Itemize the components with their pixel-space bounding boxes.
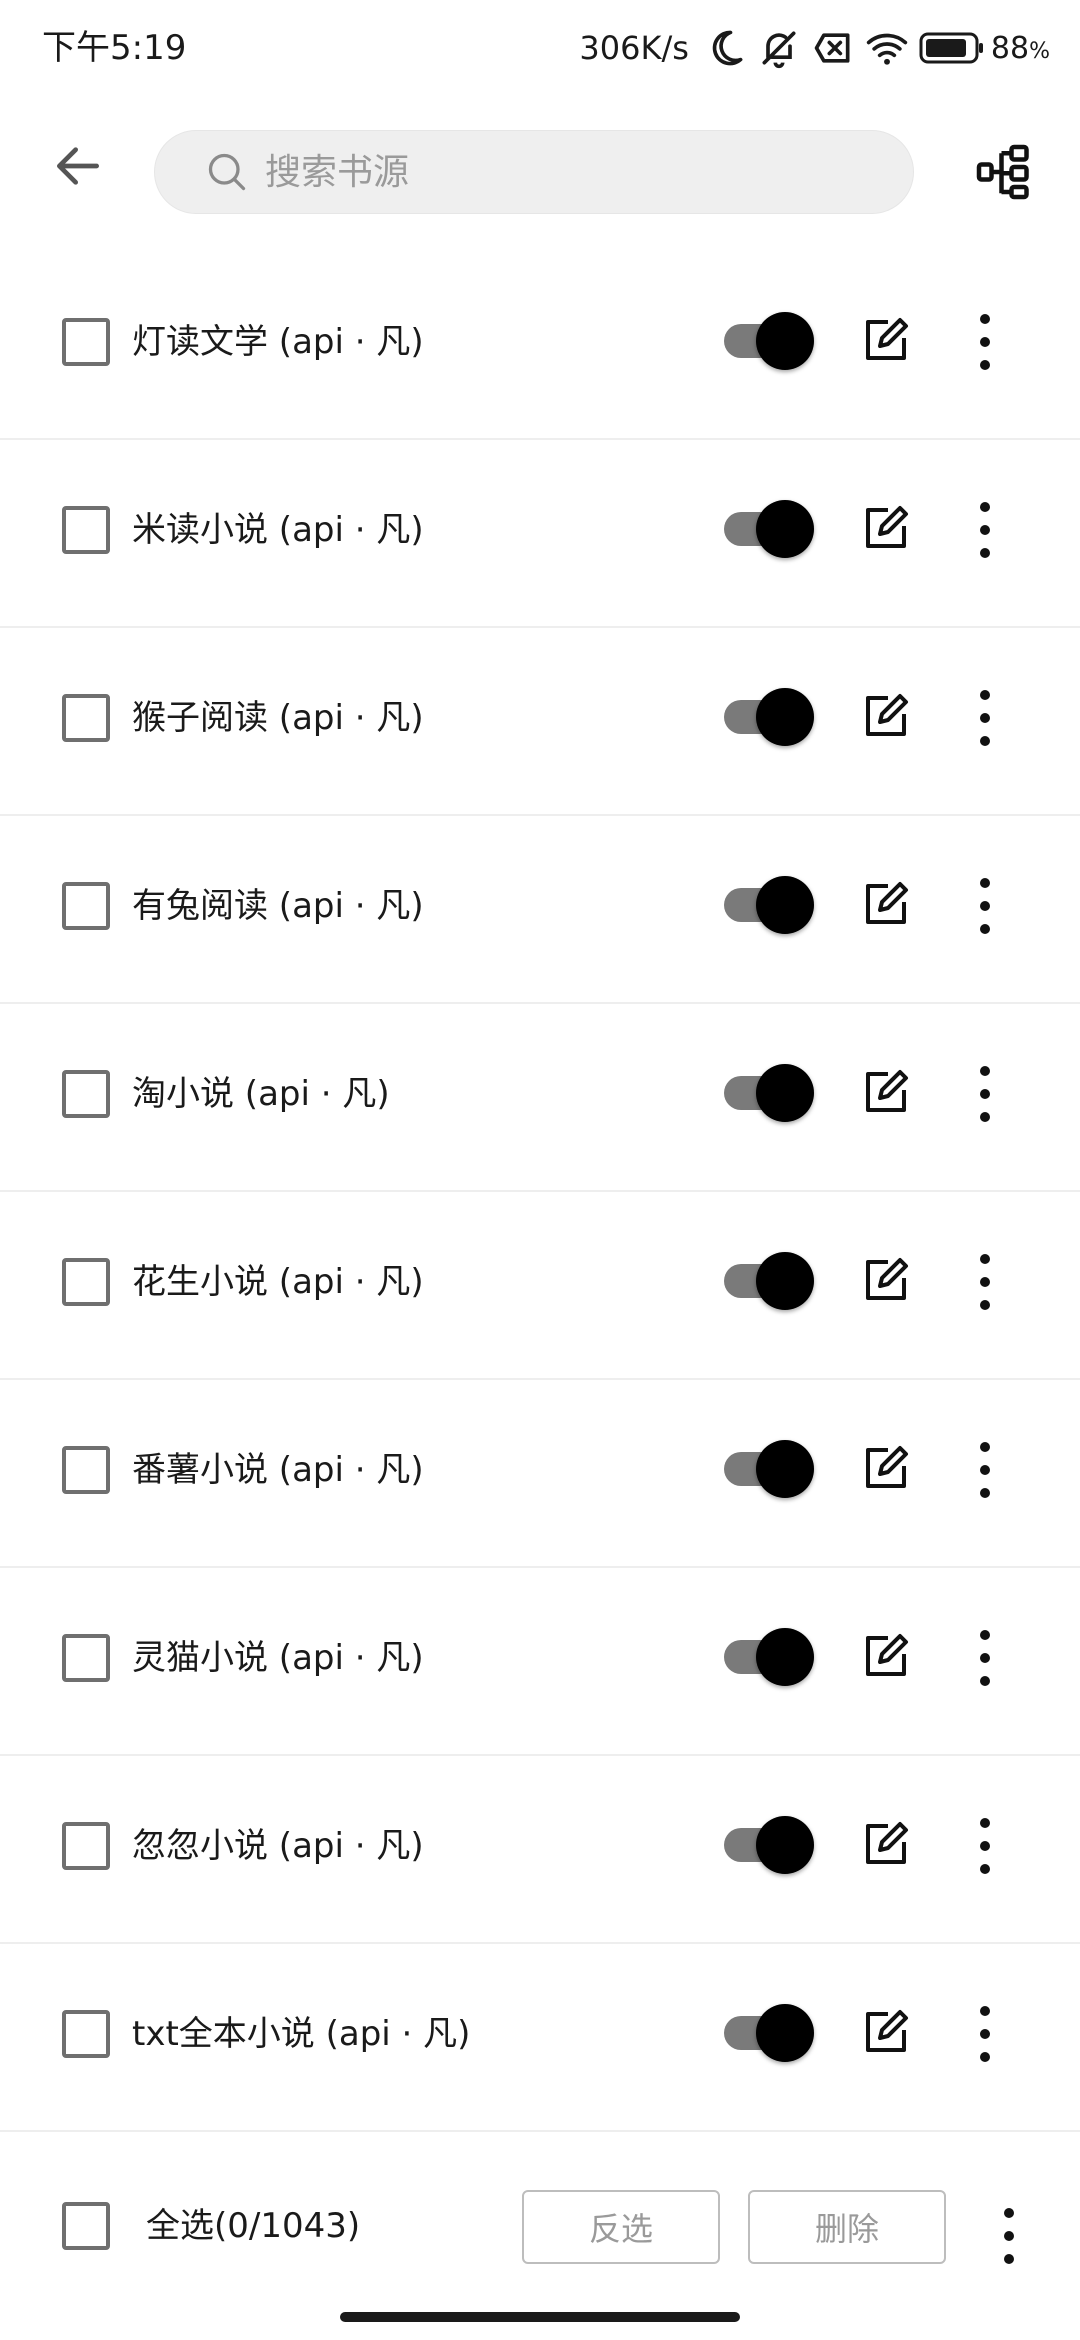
select-all-label: 全选(0/1043) [146,2206,361,2246]
battery-icon [919,32,983,64]
moon-icon [712,30,743,66]
search-box[interactable] [154,130,914,214]
battery-percent: 88% [990,30,1050,66]
invert-selection-button[interactable]: 反选 [522,2190,720,2264]
row-checkbox[interactable] [62,1258,110,1306]
status-icons: 306K/s 88% [579,22,1050,74]
list-item: 灵猫小说 (api · 凡) [0,1568,1080,1756]
battery: 88% [919,31,1050,66]
network-speed: 306K/s [579,29,689,67]
enable-toggle[interactable] [724,1250,816,1310]
enable-toggle[interactable] [724,1626,816,1686]
more-icon[interactable] [994,2206,1024,2266]
more-icon[interactable] [970,876,1000,936]
bell-off-icon [762,31,796,69]
more-icon[interactable] [970,500,1000,560]
arrow-left-icon [57,147,99,185]
enable-toggle[interactable] [724,498,816,558]
source-name: txt全本小说 (api · 凡) [132,2014,471,2054]
enable-toggle[interactable] [724,1814,816,1874]
row-checkbox[interactable] [62,694,110,742]
edit-icon[interactable] [862,316,910,364]
edit-icon[interactable] [862,1256,910,1304]
more-icon[interactable] [970,688,1000,748]
enable-toggle[interactable] [724,874,816,934]
enable-toggle[interactable] [724,1438,816,1498]
search-input[interactable] [263,141,867,203]
source-name: 灵猫小说 (api · 凡) [132,1638,424,1678]
source-name: 灯读文学 (api · 凡) [132,322,424,362]
source-name: 米读小说 (api · 凡) [132,510,424,550]
row-checkbox[interactable] [62,1070,110,1118]
enable-toggle[interactable] [724,1062,816,1122]
more-icon[interactable] [970,312,1000,372]
list-item: 花生小说 (api · 凡) [0,1192,1080,1380]
no-sim-icon [814,33,850,63]
list-item: 灯读文学 (api · 凡) [0,252,1080,440]
row-checkbox[interactable] [62,506,110,554]
row-checkbox[interactable] [62,318,110,366]
source-name: 忽忽小说 (api · 凡) [132,1826,424,1866]
home-indicator[interactable] [340,2312,740,2322]
source-name: 淘小说 (api · 凡) [132,1074,390,1114]
edit-icon[interactable] [862,1068,910,1116]
more-icon[interactable] [970,1816,1000,1876]
edit-icon[interactable] [862,2008,910,2056]
edit-icon[interactable] [862,1820,910,1868]
row-checkbox[interactable] [62,1822,110,1870]
app-bar [0,96,1080,252]
status-time: 下午5:19 [42,28,187,68]
source-name: 番薯小说 (api · 凡) [132,1450,424,1490]
edit-icon[interactable] [862,880,910,928]
row-checkbox[interactable] [62,1446,110,1494]
list-item: 淘小说 (api · 凡) [0,1004,1080,1192]
delete-button[interactable]: 删除 [748,2190,946,2264]
group-button[interactable] [968,136,1040,208]
source-name: 有兔阅读 (api · 凡) [132,886,424,926]
edit-icon[interactable] [862,692,910,740]
wifi-icon [866,33,908,65]
enable-toggle[interactable] [724,310,816,370]
select-all-checkbox[interactable] [62,2202,110,2250]
list-item: txt全本小说 (api · 凡) [0,1944,1080,2132]
list-item: 米读小说 (api · 凡) [0,440,1080,628]
more-icon[interactable] [970,1628,1000,1688]
row-checkbox[interactable] [62,1634,110,1682]
bottom-action-bar: 全选(0/1043) 反选 删除 [0,2132,1080,2322]
enable-toggle[interactable] [724,2002,816,2062]
more-icon[interactable] [970,1064,1000,1124]
list-item: 番薯小说 (api · 凡) [0,1380,1080,1568]
search-icon [208,153,246,191]
battery-fill [925,39,966,57]
list-item: 有兔阅读 (api · 凡) [0,816,1080,1004]
source-list: 灯读文学 (api · 凡) 米读小说 (api · 凡) 猴子阅读 (api … [0,252,1080,2132]
source-name: 花生小说 (api · 凡) [132,1262,424,1302]
group-tree-icon [976,144,1029,200]
edit-icon[interactable] [862,1632,910,1680]
list-item: 忽忽小说 (api · 凡) [0,1756,1080,1944]
edit-icon[interactable] [862,1444,910,1492]
row-checkbox[interactable] [62,882,110,930]
source-name: 猴子阅读 (api · 凡) [132,698,424,738]
more-icon[interactable] [970,1440,1000,1500]
row-checkbox[interactable] [62,2010,110,2058]
status-bar: 下午5:19 306K/s 88% [0,0,1080,96]
back-button[interactable] [40,128,116,204]
more-icon[interactable] [970,2004,1000,2064]
enable-toggle[interactable] [724,686,816,746]
more-icon[interactable] [970,1252,1000,1312]
edit-icon[interactable] [862,504,910,552]
list-item: 猴子阅读 (api · 凡) [0,628,1080,816]
